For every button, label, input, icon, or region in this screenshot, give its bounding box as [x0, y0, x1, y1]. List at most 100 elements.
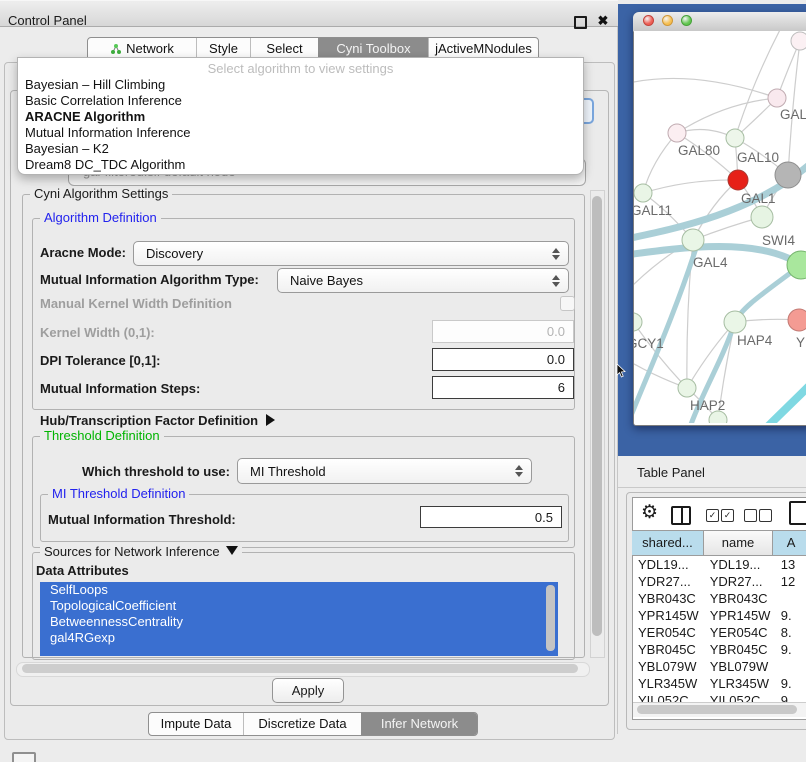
gear-icon[interactable]: ⚙ — [641, 502, 658, 524]
mi-type-combo[interactable]: Naive Bayes — [277, 268, 569, 293]
checkbox-unchecked-icon[interactable] — [759, 509, 772, 522]
table-row[interactable]: YLR345WYLR345W9. — [632, 675, 806, 692]
table-cell: 12 — [773, 573, 806, 590]
aracne-mode-value: Discovery — [146, 242, 203, 265]
dropdown-item-aracne-algorithm[interactable]: ARACNE Algorithm — [23, 109, 578, 125]
mi-threshold-label: Mutual Information Threshold: — [48, 512, 236, 527]
hub-definition-toggle[interactable]: Hub/Transcription Factor Definition — [40, 413, 275, 428]
close-traffic-light-icon[interactable] — [643, 15, 654, 26]
network-edge — [643, 133, 677, 193]
table-cell: 8. — [773, 624, 806, 641]
attribute-list-scrollbar[interactable] — [546, 585, 555, 651]
table-cell — [773, 658, 806, 675]
checkbox-unchecked-icon[interactable] — [744, 509, 757, 522]
manual-kernel-label: Manual Kernel Width Definition — [40, 296, 232, 311]
kernel-width-field[interactable]: 0.0 — [432, 320, 574, 343]
attribute-item-betweennesscentrality[interactable]: BetweennessCentrality — [40, 614, 558, 630]
network-canvas[interactable]: GALGAL80GAL10GAL1GAL11SWI4GAL4GCY1HAP4YH… — [634, 31, 806, 423]
network-window-titlebar[interactable] — [633, 12, 806, 32]
table-cell: YDL19... — [704, 556, 773, 573]
table-row[interactable]: YBR045CYBR045C9. — [632, 641, 806, 658]
network-node[interactable] — [791, 32, 806, 50]
table-cell: YIL052C — [704, 692, 773, 702]
panel-title: Control Panel — [8, 8, 87, 33]
control-panel-titlebar[interactable] — [0, 0, 618, 27]
table-cell: 9 — [773, 692, 806, 702]
dropdown-item-mutual-information-inference[interactable]: Mutual Information Inference — [23, 125, 578, 141]
combo-arrows-icon — [552, 275, 560, 287]
table-cell: 13 — [773, 556, 806, 573]
checkbox-checked-icon[interactable]: ✓ — [706, 509, 719, 522]
table-row[interactable]: YER054CYER054C8. — [632, 624, 806, 641]
which-threshold-combo[interactable]: MI Threshold — [237, 458, 532, 484]
tab-impute-data[interactable]: Impute Data — [149, 713, 243, 735]
column-header-a[interactable]: A — [773, 531, 806, 555]
checkbox-checked-icon[interactable]: ✓ — [721, 509, 734, 522]
zoom-traffic-light-icon[interactable] — [681, 15, 692, 26]
which-threshold-label: Which threshold to use: — [58, 464, 230, 479]
data-attributes-label: Data Attributes — [36, 563, 129, 578]
network-node[interactable] — [678, 379, 696, 397]
settings-horizontal-scrollbar-thumb[interactable] — [22, 664, 578, 673]
dropdown-item-basic-correlation-inference[interactable]: Basic Correlation Inference — [23, 93, 578, 109]
network-node[interactable] — [682, 229, 704, 251]
table-row[interactable]: YDR27...YDR27...12 — [632, 573, 806, 590]
dropdown-item-bayesian-hill-climbing[interactable]: Bayesian – Hill Climbing — [23, 77, 578, 93]
column-header-shared[interactable]: shared... — [632, 531, 704, 555]
node-label: GCY1 — [634, 336, 664, 351]
table-row[interactable]: YBR043CYBR043C — [632, 590, 806, 607]
kernel-width-label: Kernel Width (0,1): — [40, 325, 155, 340]
which-threshold-value: MI Threshold — [250, 459, 326, 483]
document-icon[interactable] — [789, 501, 806, 525]
combo-arrows-icon — [515, 465, 523, 477]
settings-vertical-scrollbar-thumb[interactable] — [592, 196, 602, 636]
table-row[interactable]: YBL079WYBL079W — [632, 658, 806, 675]
minimize-traffic-light-icon[interactable] — [662, 15, 673, 26]
mi-threshold-field[interactable]: 0.5 — [420, 506, 562, 528]
network-node[interactable] — [788, 309, 806, 331]
network-node[interactable] — [634, 313, 642, 331]
table-horizontal-scrollbar-thumb[interactable] — [637, 705, 797, 714]
mi-steps-field[interactable]: 6 — [432, 376, 574, 399]
float-window-icon[interactable] — [574, 16, 587, 29]
table-cell: YBR045C — [704, 641, 773, 658]
dpi-tolerance-field[interactable]: 0.0 — [432, 348, 574, 371]
tab-infer-network[interactable]: Infer Network — [361, 713, 477, 735]
column-header-name[interactable]: name — [704, 531, 773, 555]
split-columns-icon[interactable] — [671, 506, 691, 525]
network-node[interactable] — [768, 89, 786, 107]
dropdown-item-bayesian-k2[interactable]: Bayesian – K2 — [23, 141, 578, 157]
network-node[interactable] — [726, 129, 744, 147]
network-edge — [643, 180, 738, 193]
table-row[interactable]: YPR145WYPR145W9. — [632, 607, 806, 624]
manual-kernel-checkbox[interactable] — [560, 296, 575, 311]
attribute-item-gal4rgexp[interactable]: gal4RGexp — [40, 630, 558, 646]
sources-toggle[interactable]: Sources for Network Inference — [40, 545, 242, 559]
table-cell: 9. — [773, 607, 806, 624]
attribute-item-topologicalcoefficient[interactable]: TopologicalCoefficient — [40, 598, 558, 614]
table-row[interactable]: YDL19...YDL19...13 — [632, 556, 806, 573]
network-node[interactable] — [751, 206, 773, 228]
tab-discretize-data[interactable]: Discretize Data — [243, 713, 361, 735]
aracne-mode-combo[interactable]: Discovery — [133, 241, 569, 266]
table-cell: YBR043C — [704, 590, 773, 607]
minimized-panel-icon[interactable] — [12, 752, 36, 762]
network-node[interactable] — [728, 170, 748, 190]
network-node[interactable] — [724, 311, 746, 333]
table-row[interactable]: YIL052CYIL052C9 — [632, 692, 806, 702]
attribute-item-selfloops[interactable]: SelfLoops — [40, 582, 558, 598]
data-attributes-list[interactable]: SelfLoopsTopologicalCoefficientBetweenne… — [40, 582, 558, 656]
dropdown-item-dream8-dc-tdc-algorithm[interactable]: Dream8 DC_TDC Algorithm — [23, 157, 578, 173]
close-icon[interactable]: ✖ — [594, 12, 612, 30]
network-node[interactable] — [668, 124, 686, 142]
node-label: Y — [796, 335, 805, 350]
node-label: HAP4 — [737, 333, 773, 348]
network-node[interactable] — [775, 162, 801, 188]
collapse-down-icon — [226, 546, 238, 555]
table-cell: YPR145W — [632, 607, 704, 624]
network-edge — [735, 31, 782, 138]
apply-button[interactable]: Apply — [272, 678, 344, 703]
network-node[interactable] — [634, 184, 652, 202]
algorithm-dropdown-popup: Select algorithm to view settings Bayesi… — [17, 57, 584, 175]
table-cell: YER054C — [632, 624, 704, 641]
